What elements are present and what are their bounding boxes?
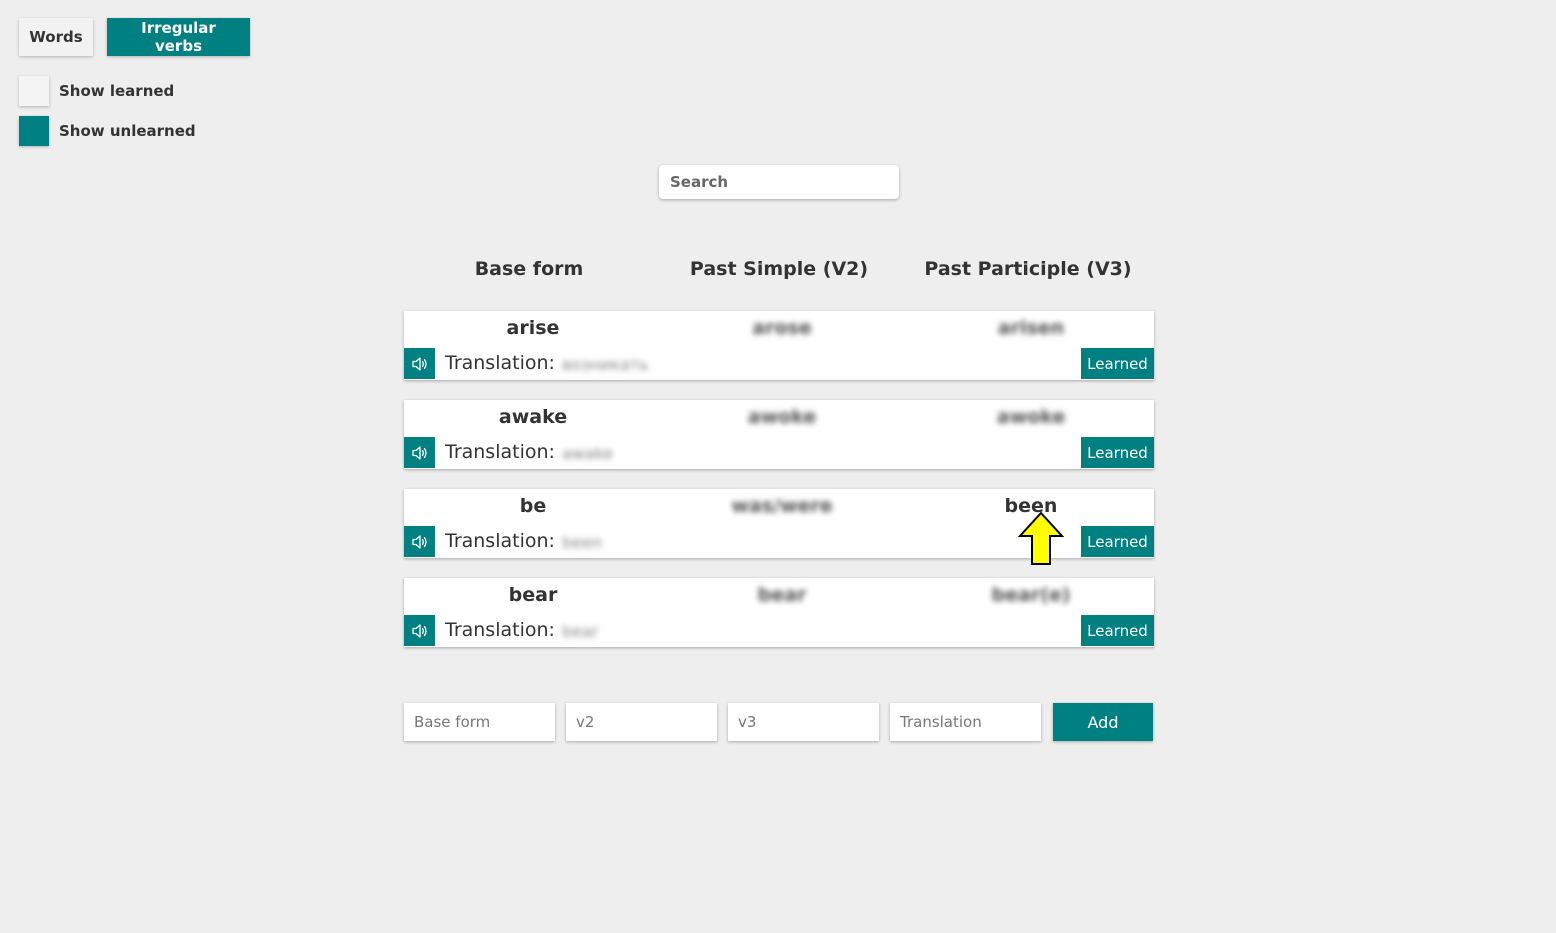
speaker-icon — [411, 534, 427, 549]
learned-button[interactable]: Learned — [1081, 526, 1154, 557]
speaker-icon — [411, 623, 427, 638]
translation-value[interactable]: been — [562, 533, 602, 552]
sound-button[interactable] — [404, 615, 435, 646]
translation-label: Translation: — [445, 352, 555, 374]
base-form-input[interactable] — [404, 703, 555, 741]
translation-label: Translation: — [445, 441, 555, 463]
translation-label: Translation: — [445, 530, 555, 552]
search-input[interactable] — [659, 165, 899, 199]
translation-value[interactable]: bear — [562, 622, 598, 641]
sound-button[interactable] — [404, 437, 435, 468]
translation-input[interactable] — [890, 703, 1041, 741]
verb-base-form: bear — [508, 584, 558, 606]
verb-past-simple[interactable]: awoke — [657, 406, 907, 428]
tab-irregular-verbs[interactable]: Irregular verbs — [107, 18, 250, 56]
learned-button[interactable]: Learned — [1081, 615, 1154, 646]
v3-input[interactable] — [728, 703, 879, 741]
learned-button[interactable]: Learned — [1081, 437, 1154, 468]
column-header-base-form: Base form — [474, 258, 584, 280]
show-unlearned-checkbox[interactable] — [19, 116, 49, 146]
verb-past-simple[interactable]: arose — [657, 317, 907, 339]
show-unlearned-toggle[interactable]: Show unlearned — [19, 116, 196, 146]
speaker-icon — [411, 356, 427, 371]
tab-words[interactable]: Words — [19, 18, 93, 56]
sound-button[interactable] — [404, 348, 435, 379]
verb-past-participle[interactable]: awoke — [906, 406, 1156, 428]
speaker-icon — [411, 445, 427, 460]
verb-card: awake awoke awoke Translation: awake Lea… — [404, 400, 1154, 469]
learned-button[interactable]: Learned — [1081, 348, 1154, 379]
column-header-past-simple: Past Simple (V2) — [689, 258, 869, 280]
column-header-past-participle: Past Participle (V3) — [924, 258, 1132, 280]
show-learned-label: Show learned — [59, 82, 175, 100]
verb-base-form: awake — [498, 406, 568, 428]
add-button[interactable]: Add — [1053, 703, 1153, 741]
sound-button[interactable] — [404, 526, 435, 557]
verb-base-form: be — [519, 495, 547, 517]
verb-past-participle[interactable]: arisen — [906, 317, 1156, 339]
translation-value[interactable]: awake — [562, 444, 613, 463]
show-learned-toggle[interactable]: Show learned — [19, 76, 174, 106]
translation-value[interactable]: возникать — [562, 355, 649, 374]
arrow-up-icon — [1017, 511, 1065, 565]
verb-past-participle[interactable]: bear(e) — [906, 584, 1156, 606]
verb-past-simple[interactable]: bear — [657, 584, 907, 606]
verb-base-form: arise — [506, 317, 560, 339]
verb-past-simple[interactable]: was/were — [657, 495, 907, 517]
show-learned-checkbox[interactable] — [19, 76, 49, 106]
show-unlearned-label: Show unlearned — [59, 122, 196, 140]
verb-card: arise arose arisen Translation: возникат… — [404, 311, 1154, 380]
verb-card: bear bear bear(e) Translation: bear Lear… — [404, 578, 1154, 647]
v2-input[interactable] — [566, 703, 717, 741]
translation-label: Translation: — [445, 619, 555, 641]
